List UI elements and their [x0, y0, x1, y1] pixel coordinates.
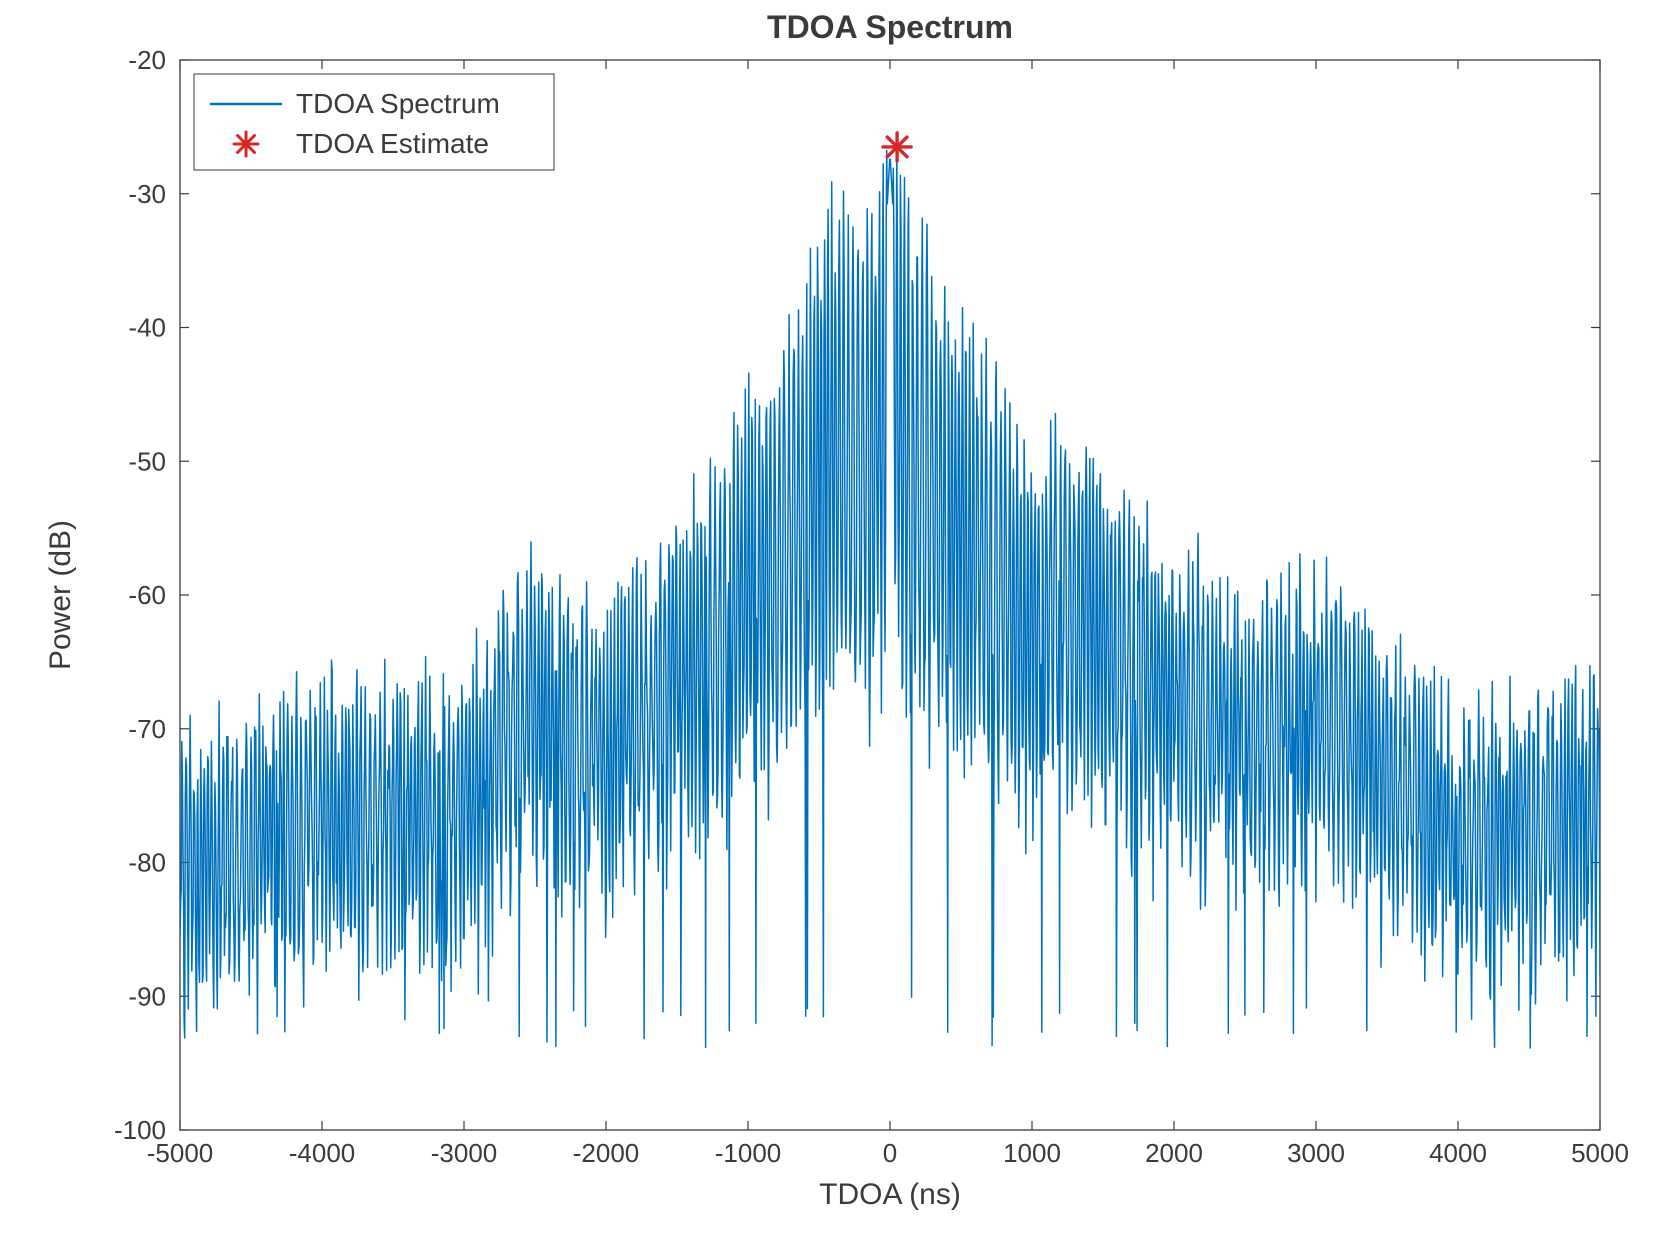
legend-entry-1: TDOA Spectrum	[296, 88, 500, 119]
chart-container: -5000-4000-3000-2000-1000010002000300040…	[0, 0, 1669, 1252]
x-tick-label: 5000	[1571, 1138, 1629, 1168]
x-tick-label: 2000	[1145, 1138, 1203, 1168]
x-tick-label: 4000	[1429, 1138, 1487, 1168]
y-axis-label: Power (dB)	[44, 520, 77, 670]
y-tick-label: -40	[128, 313, 166, 343]
chart-svg: -5000-4000-3000-2000-1000010002000300040…	[0, 0, 1669, 1252]
y-tick-label: -60	[128, 580, 166, 610]
legend-marker-sample	[234, 132, 258, 156]
y-tick-label: -70	[128, 714, 166, 744]
x-tick-label: -2000	[573, 1138, 640, 1168]
plot-area-border	[180, 60, 1600, 1130]
x-tick-label: -4000	[289, 1138, 356, 1168]
x-axis-label: TDOA (ns)	[819, 1178, 961, 1211]
y-tick-label: -30	[128, 179, 166, 209]
x-tick-label: 0	[883, 1138, 897, 1168]
y-tick-label: -20	[128, 45, 166, 75]
y-tick-label: -100	[114, 1115, 166, 1145]
tdoa-spectrum-line	[180, 146, 1600, 1048]
chart-title: TDOA Spectrum	[767, 9, 1013, 45]
y-tick-label: -90	[128, 981, 166, 1011]
x-tick-label: 1000	[1003, 1138, 1061, 1168]
legend-entry-2: TDOA Estimate	[296, 128, 489, 159]
y-tick-label: -50	[128, 446, 166, 476]
x-tick-label: 3000	[1287, 1138, 1345, 1168]
x-tick-label: -1000	[715, 1138, 782, 1168]
tdoa-estimate-marker	[883, 133, 911, 161]
x-tick-label: -3000	[431, 1138, 498, 1168]
y-tick-label: -80	[128, 848, 166, 878]
